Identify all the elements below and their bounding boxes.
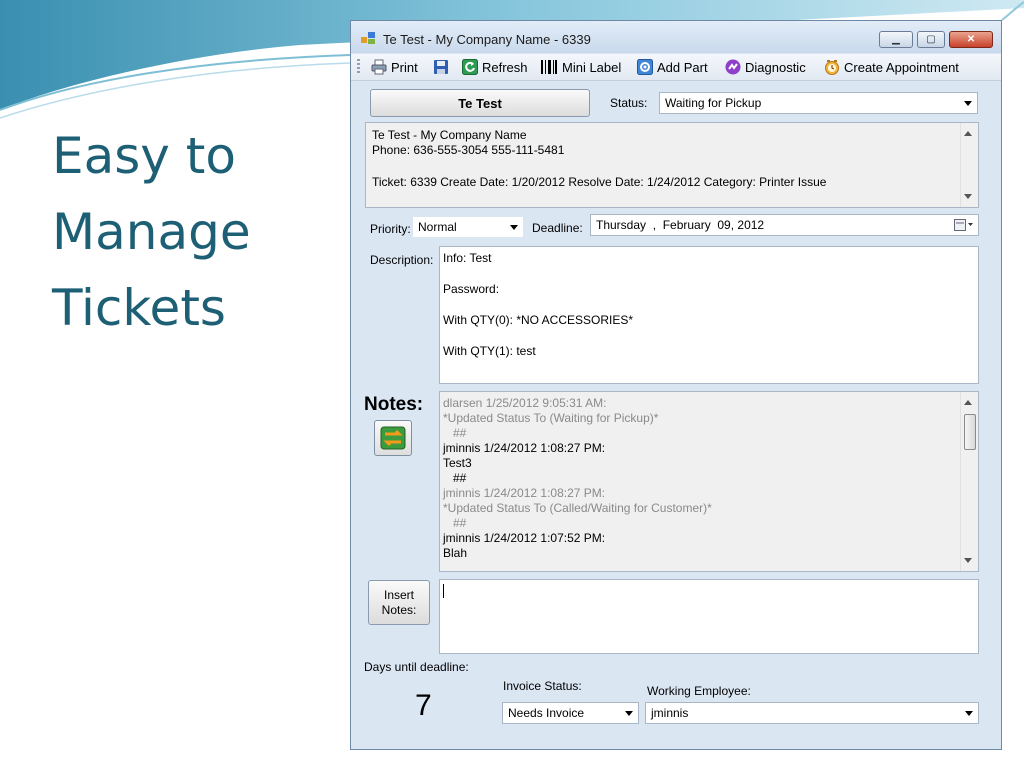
printer-icon — [371, 59, 387, 75]
deadline-picker[interactable]: Thursday , February 09, 2012 — [590, 214, 979, 236]
note-entry-line: dlarsen 1/25/2012 9:05:31 AM: — [443, 396, 607, 410]
slide-title: Easy to Manage Tickets — [52, 118, 342, 346]
slide-title-line: Manage — [52, 203, 251, 261]
insert-notes-label: Insert — [383, 587, 414, 602]
title-bar[interactable]: Te Test - My Company Name - 6339 ▁ ▢ ✕ — [351, 21, 1001, 53]
note-entry-line: ## — [443, 426, 467, 440]
working-employee-label: Working Employee: — [647, 684, 751, 698]
info-ticket: Ticket: 6339 Create Date: 1/20/2012 Reso… — [372, 175, 827, 189]
clock-icon — [825, 60, 839, 75]
chevron-down-icon — [625, 711, 633, 716]
notes-label: Notes: — [364, 394, 424, 415]
invoice-status-label: Invoice Status: — [503, 679, 582, 693]
slide-title-line: Easy to — [52, 127, 236, 185]
swap-icon — [375, 421, 411, 450]
diagnostic-icon — [725, 59, 741, 75]
description-label: Description: — [370, 253, 434, 267]
mini-label-button[interactable]: Mini Label — [540, 58, 621, 76]
refresh-icon — [462, 59, 478, 75]
info-customer: Te Test - My Company Name — [372, 128, 527, 142]
app-icon — [361, 32, 375, 44]
diagnostic-label: Diagnostic — [745, 59, 806, 75]
deadline-value: Thursday , February 09, 2012 — [596, 218, 765, 232]
diagnostic-button[interactable]: Diagnostic — [725, 58, 806, 76]
chevron-down-icon — [965, 711, 973, 716]
note-entry-line: Blah — [443, 546, 468, 560]
status-label: Status: — [610, 96, 648, 110]
deadline-label: Deadline: — [532, 221, 583, 235]
scroll-down-icon — [964, 194, 972, 199]
priority-select[interactable]: Normal — [412, 216, 524, 238]
add-part-label: Add Part — [657, 59, 708, 75]
chevron-down-icon — [510, 225, 518, 230]
note-entry-line: ## — [443, 471, 467, 485]
notes-history[interactable]: dlarsen 1/25/2012 9:05:31 AM: *Updated St… — [439, 391, 979, 572]
close-button[interactable]: ✕ — [949, 31, 993, 48]
add-part-icon — [637, 59, 653, 75]
note-entry-line: jminnis 1/24/2012 1:07:52 PM: — [443, 531, 606, 545]
days-until-deadline-label: Days until deadline: — [364, 660, 469, 674]
scroll-down-icon — [964, 558, 972, 563]
description-line: With QTY(1): test — [443, 344, 536, 358]
invoice-status-value: Needs Invoice — [508, 706, 585, 720]
chevron-down-icon — [964, 101, 972, 106]
info-phone: Phone: 636-555-3054 555-111-5481 — [372, 143, 565, 157]
maximize-icon: ▢ — [926, 34, 936, 45]
note-entry-line: jminnis 1/24/2012 1:08:27 PM: — [443, 486, 606, 500]
customer-button[interactable]: Te Test — [370, 89, 590, 117]
refresh-button[interactable]: Refresh — [462, 58, 528, 76]
insert-notes-button[interactable]: Insert Notes: — [368, 580, 430, 625]
print-button[interactable]: Print — [371, 58, 418, 76]
toolbar: Print Refresh Mini Label Add Part Diagno… — [351, 54, 1001, 81]
note-entry-line: jminnis 1/24/2012 1:08:27 PM: — [443, 441, 606, 455]
close-icon: ✕ — [966, 34, 976, 45]
create-appointment-button[interactable]: Create Appointment — [824, 58, 959, 76]
toolbar-grip[interactable] — [357, 59, 360, 75]
status-select[interactable]: Waiting for Pickup — [659, 92, 978, 114]
priority-value: Normal — [418, 220, 457, 234]
note-entry-line: *Updated Status To (Called/Waiting for C… — [443, 501, 712, 515]
calendar-icon — [954, 219, 973, 231]
minimize-icon: ▁ — [892, 34, 900, 45]
slide-title-line: Tickets — [52, 279, 226, 337]
window-title: Te Test - My Company Name - 6339 — [383, 32, 591, 47]
create-appointment-label: Create Appointment — [844, 59, 959, 75]
working-employee-select[interactable]: jminnis — [645, 702, 979, 724]
refresh-label: Refresh — [482, 59, 528, 75]
description-line: With QTY(0): *NO ACCESSORIES* — [443, 313, 634, 327]
description-line: Info: Test — [443, 251, 492, 265]
save-icon — [434, 60, 448, 74]
barcode-icon — [541, 60, 557, 74]
working-employee-value: jminnis — [651, 706, 689, 720]
notes-scrollbar[interactable] — [960, 392, 978, 571]
days-until-deadline-value: 7 — [415, 689, 432, 722]
save-button[interactable] — [433, 58, 453, 76]
notes-list: dlarsen 1/25/2012 9:05:31 AM: *Updated St… — [440, 396, 960, 561]
note-entry-line: *Updated Status To (Waiting for Pickup)* — [443, 411, 659, 425]
ticket-window: Te Test - My Company Name - 6339 ▁ ▢ ✕ P… — [350, 20, 1002, 750]
notes-swap-button[interactable] — [374, 420, 412, 456]
invoice-status-select[interactable]: Needs Invoice — [502, 702, 639, 724]
note-entry-line: ## — [443, 516, 467, 530]
add-part-button[interactable]: Add Part — [637, 58, 708, 76]
description-field[interactable]: Info: Test Password: With QTY(0): *NO AC… — [439, 246, 979, 384]
note-entry-line: Test3 — [443, 456, 472, 470]
maximize-button[interactable]: ▢ — [917, 31, 945, 48]
mini-label-label: Mini Label — [562, 59, 622, 75]
minimize-button[interactable]: ▁ — [879, 31, 913, 48]
insert-notes-label: Notes: — [381, 602, 417, 617]
customer-info-box: Te Test - My Company Name Phone: 636-555… — [365, 122, 979, 208]
scroll-thumb[interactable] — [964, 414, 976, 450]
description-line: Password: — [443, 282, 500, 296]
insert-notes-field[interactable] — [439, 579, 979, 654]
info-scrollbar[interactable] — [960, 123, 978, 207]
status-value: Waiting for Pickup — [665, 96, 762, 110]
priority-label: Priority: — [370, 222, 411, 236]
scroll-up-icon — [964, 400, 972, 405]
text-cursor — [443, 584, 444, 598]
print-label: Print — [391, 59, 418, 75]
scroll-up-icon — [964, 131, 972, 136]
